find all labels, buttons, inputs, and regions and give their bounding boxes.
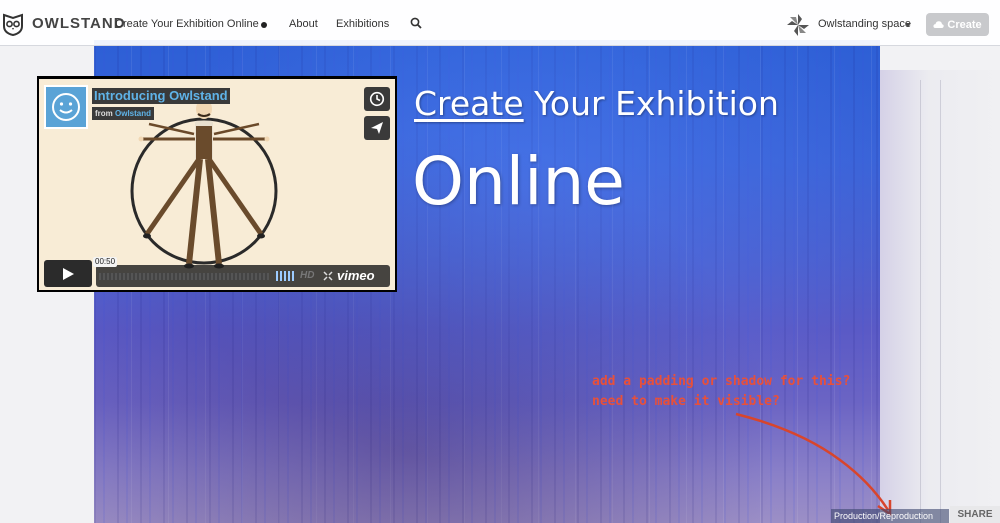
- video-byline: from Owlstand: [92, 107, 155, 120]
- cloud-icon: [933, 21, 945, 28]
- fullscreen-icon[interactable]: [323, 271, 333, 281]
- space-logo-icon[interactable]: [786, 13, 810, 37]
- video-progress-bar[interactable]: [99, 273, 269, 280]
- chevron-down-icon[interactable]: [905, 23, 911, 27]
- video-byline-prefix: from: [95, 109, 113, 118]
- video-duration: 00:50: [93, 257, 118, 267]
- channel-avatar[interactable]: [44, 85, 88, 129]
- smiley-avatar-icon: [52, 93, 80, 121]
- volume-control[interactable]: [276, 271, 294, 281]
- video-owner-link[interactable]: Owlstand: [115, 109, 151, 118]
- play-icon: [63, 267, 74, 280]
- nav-separator-dot: [261, 22, 267, 28]
- hd-toggle[interactable]: HD: [300, 270, 314, 281]
- review-annotation-arrow: [735, 412, 892, 517]
- owl-logo-icon[interactable]: [2, 12, 24, 36]
- clock-icon: [369, 91, 385, 107]
- search-icon[interactable]: [410, 17, 422, 29]
- video-controls-bar: HD vimeo: [96, 265, 390, 287]
- share-button[interactable]: SHARE: [950, 506, 1000, 523]
- space-selector[interactable]: Owlstanding space: [818, 18, 911, 30]
- brand-name[interactable]: OWLSTAND: [32, 15, 126, 32]
- vimeo-logo[interactable]: vimeo: [337, 268, 375, 283]
- create-button[interactable]: Create: [926, 13, 989, 36]
- create-button-label: Create: [947, 18, 982, 31]
- play-button[interactable]: [44, 260, 92, 287]
- nav-about-link[interactable]: About: [289, 18, 318, 30]
- review-annotation-text: add a padding or shadow for this? need t…: [592, 374, 851, 409]
- brand-tagline: Create Your Exhibition Online: [115, 18, 259, 30]
- video-title-link[interactable]: Introducing Owlstand: [92, 88, 230, 104]
- send-icon: [371, 122, 383, 134]
- hero-headline: Create Your Exhibition: [414, 84, 779, 123]
- top-navbar: OWLSTAND Create Your Exhibition Online A…: [0, 0, 1000, 46]
- watch-later-button[interactable]: [364, 87, 390, 111]
- nav-exhibitions-link[interactable]: Exhibitions: [336, 18, 389, 30]
- share-video-button[interactable]: [364, 116, 390, 140]
- video-player[interactable]: Introducing Owlstand from Owlstand HD vi…: [37, 76, 397, 292]
- artwork-credit[interactable]: Production/Reproduction: [831, 509, 949, 523]
- hero-subheadline: Online: [412, 143, 625, 220]
- video-screen[interactable]: Introducing Owlstand from Owlstand HD vi…: [39, 79, 395, 290]
- hero-headline-create: Create: [414, 84, 524, 123]
- background-line: [920, 80, 921, 523]
- hero-headline-rest: Your Exhibition: [523, 84, 779, 123]
- background-line: [940, 80, 941, 523]
